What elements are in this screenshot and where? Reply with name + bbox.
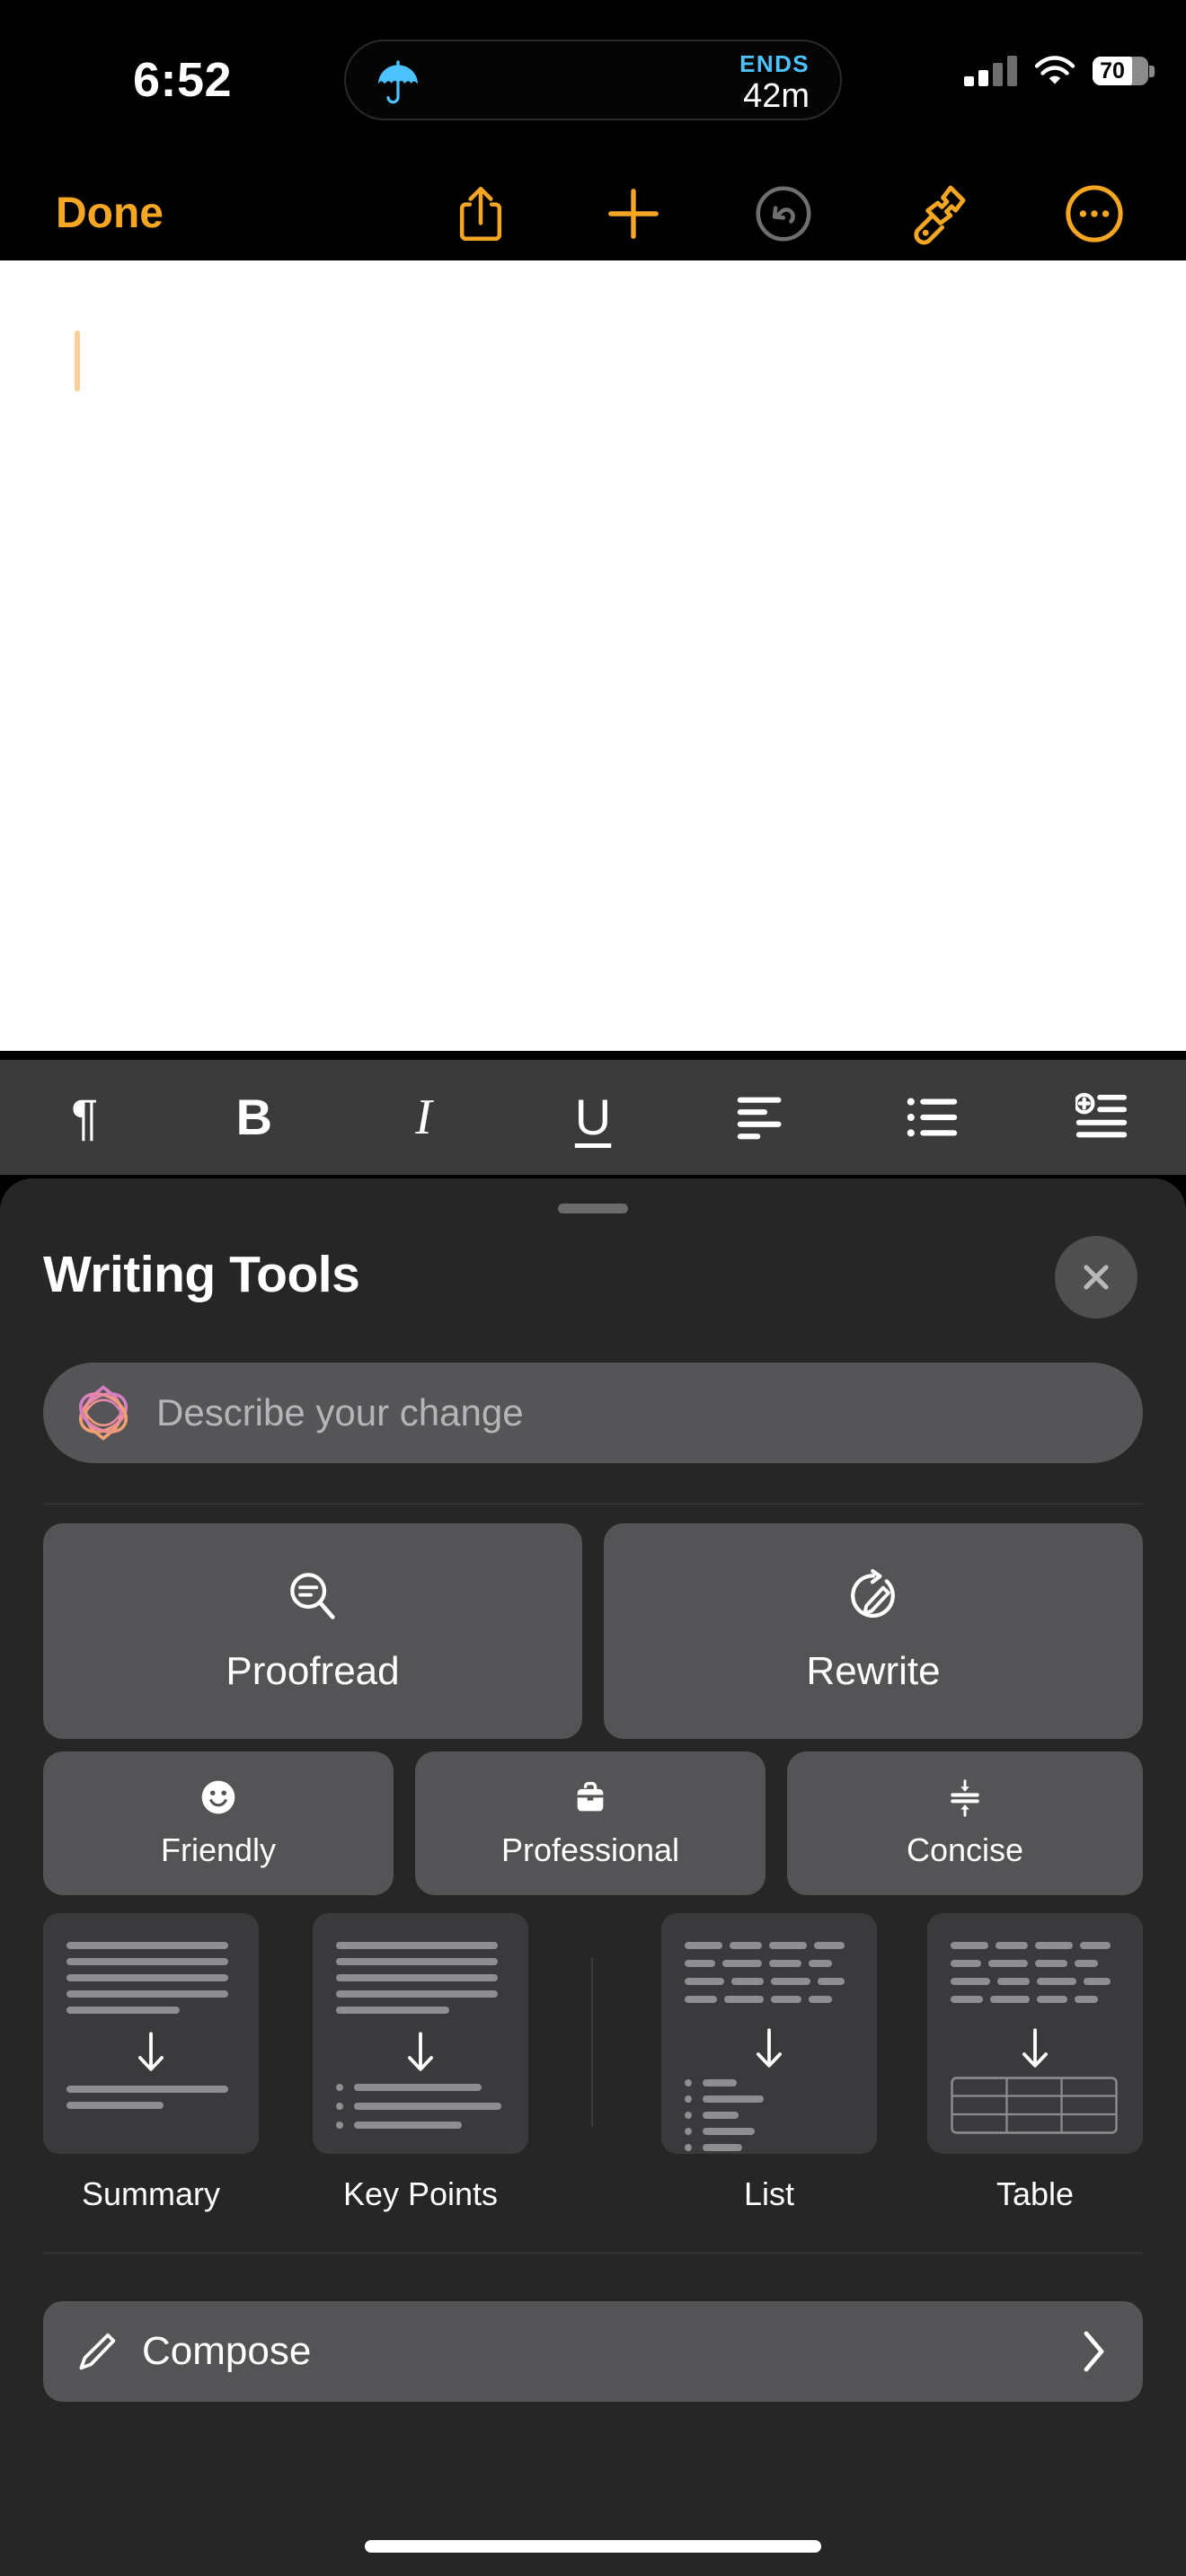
list-card-label: List [743, 2175, 795, 2212]
down-arrow-icon [1022, 2028, 1048, 2068]
markup-brush-icon[interactable] [903, 178, 975, 250]
down-arrow-icon [138, 2032, 164, 2071]
writing-tools-sheet: Writing Tools Describe your change Proof… [0, 1178, 1186, 2576]
proofread-label: Proofread [226, 1649, 400, 1693]
battery-percent-label: 70 [1100, 57, 1125, 84]
dynamic-island-remaining: 42m [743, 77, 810, 115]
key-points-card-art [313, 1913, 528, 2154]
cards-divider [591, 1958, 593, 2127]
underline-icon[interactable]: U [509, 1060, 678, 1175]
summary-card-label: Summary [81, 2175, 221, 2212]
status-bar: 6:52 ENDS 42m 70 [0, 0, 1186, 162]
rewrite-label: Rewrite [806, 1649, 941, 1693]
cellular-signal-icon [964, 56, 1017, 86]
underline-glyph: U [574, 1089, 612, 1145]
describe-change-placeholder: Describe your change [156, 1391, 524, 1434]
list-card-art [661, 1913, 877, 2154]
home-indicator [365, 2540, 821, 2553]
key-points-card[interactable]: Key Points [313, 1913, 528, 2213]
table-card-art [927, 1913, 1143, 2154]
proofread-button[interactable]: Proofread [43, 1523, 582, 1739]
down-arrow-icon [757, 2028, 782, 2068]
add-icon[interactable] [597, 178, 669, 250]
table-grid-icon [951, 2077, 1118, 2134]
share-icon[interactable] [445, 178, 517, 250]
list-card[interactable]: List [661, 1913, 877, 2213]
dynamic-island-ends-label: ENDS [739, 50, 810, 77]
dynamic-island[interactable]: ENDS 42m [344, 40, 842, 120]
paragraph-glyph: ¶ [71, 1089, 99, 1145]
circle-pencil-icon [851, 1568, 895, 1618]
sheet-grabber[interactable] [558, 1204, 628, 1213]
chevron-right-icon [1084, 2331, 1104, 2372]
summary-card[interactable]: Summary [43, 1913, 259, 2213]
status-bar-indicators: 70 [964, 56, 1155, 86]
battery-icon: 70 [1093, 57, 1155, 85]
table-card-label: Table [996, 2175, 1075, 2212]
smiley-face-icon [201, 1780, 235, 1814]
compose-label: Compose [142, 2329, 312, 2373]
pencil-icon [79, 2333, 116, 2370]
rewrite-button[interactable]: Rewrite [604, 1523, 1143, 1739]
briefcase-icon [577, 1781, 604, 1812]
note-body[interactable] [0, 260, 1186, 1051]
page-title: Writing Tools [43, 1246, 360, 1303]
concise-label: Concise [906, 1831, 1024, 1868]
bulleted-list-icon[interactable] [847, 1060, 1017, 1175]
note-toolbar: Done [0, 162, 1186, 260]
close-icon[interactable] [1055, 1236, 1137, 1319]
down-arrow-icon [408, 2032, 433, 2071]
paragraph-style-icon[interactable]: ¶ [0, 1060, 170, 1175]
wifi-icon [1034, 56, 1075, 84]
magnifier-text-icon [290, 1573, 335, 1619]
professional-button[interactable]: Professional [415, 1751, 766, 1895]
friendly-label: Friendly [160, 1831, 277, 1868]
align-left-icon[interactable] [677, 1060, 847, 1175]
divider-compose [43, 2253, 1143, 2254]
status-bar-time: 6:52 [133, 53, 233, 107]
compose-button[interactable]: Compose [43, 2301, 1143, 2402]
summary-card-art [43, 1913, 259, 2154]
describe-change-input[interactable]: Describe your change [43, 1363, 1143, 1463]
iphone-screen: 6:52 ENDS 42m 70 Done ¶ B I U Writing To… [0, 0, 1186, 2576]
text-cursor [75, 331, 80, 392]
compress-arrows-icon [951, 1779, 979, 1817]
done-button[interactable]: Done [56, 189, 164, 238]
concise-button[interactable]: Concise [787, 1751, 1143, 1895]
apple-intelligence-icon [79, 1385, 128, 1441]
dynamic-island-timer: ENDS 42m [739, 52, 810, 113]
table-card[interactable]: Table [927, 1913, 1143, 2213]
friendly-button[interactable]: Friendly [43, 1751, 394, 1895]
add-list-item-icon[interactable] [1016, 1060, 1186, 1175]
bold-icon[interactable]: B [170, 1060, 340, 1175]
umbrella-icon [378, 60, 418, 104]
format-toolbar: ¶ B I U [0, 1060, 1186, 1175]
key-points-card-label: Key Points [342, 2175, 499, 2212]
professional-label: Professional [500, 1831, 680, 1868]
undo-icon [748, 178, 819, 250]
italic-icon[interactable]: I [339, 1060, 509, 1175]
italic-glyph: I [415, 1090, 432, 1145]
more-ellipsis-icon[interactable] [1058, 178, 1130, 250]
bold-glyph: B [235, 1089, 273, 1145]
